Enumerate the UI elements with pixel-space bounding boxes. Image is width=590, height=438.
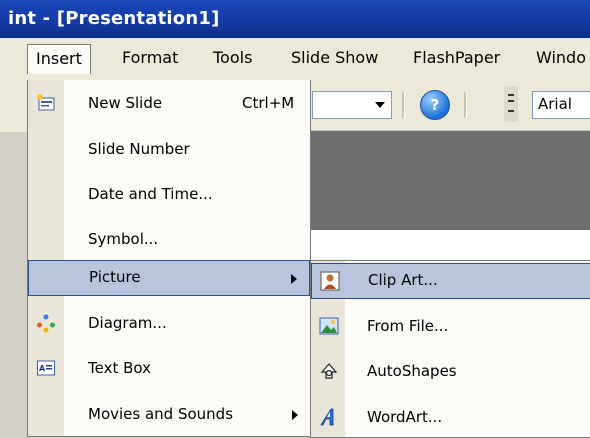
menu-item-label: AutoShapes xyxy=(367,362,457,380)
menu-item-label: New Slide xyxy=(88,94,163,112)
new-slide-icon xyxy=(37,94,55,111)
diagram-icon xyxy=(37,314,55,333)
svg-text:A: A xyxy=(39,364,46,373)
chevron-down-icon xyxy=(375,102,385,108)
menu-item-label: Picture xyxy=(89,268,141,286)
title-bar: int - [Presentation1] xyxy=(0,0,590,38)
slide-canvas[interactable] xyxy=(310,230,590,261)
menu-slide-show[interactable]: Slide Show xyxy=(291,48,378,67)
menu-flashpaper-label: FlashPaper xyxy=(413,48,501,67)
window-title: int - [Presentation1] xyxy=(8,8,220,29)
menu-format[interactable]: Format xyxy=(122,48,178,67)
menu-item-label: Clip Art... xyxy=(368,271,438,289)
menu-item-label: WordArt... xyxy=(367,408,443,426)
text-box-icon: A xyxy=(37,360,55,376)
menu-item-text-box[interactable]: A Text Box xyxy=(28,351,310,387)
autoshapes-icon xyxy=(320,363,338,379)
menu-item-label: Symbol... xyxy=(88,230,159,248)
menu-item-label: From File... xyxy=(367,317,449,335)
menu-item-clip-art[interactable]: Clip Art... xyxy=(311,263,590,299)
menu-item-diagram[interactable]: Diagram... xyxy=(28,306,310,342)
picture-submenu: Clip Art... From File... AutoShapes Word… xyxy=(310,260,590,438)
from-file-icon xyxy=(319,317,339,335)
menu-item-new-slide[interactable]: New Slide Ctrl+M xyxy=(28,86,310,122)
toolbar-options-icon[interactable] xyxy=(504,86,518,122)
menu-item-wordart[interactable]: WordArt... xyxy=(311,400,590,436)
clip-art-icon xyxy=(320,271,340,291)
insert-menu: New Slide Ctrl+M Slide Number Date and T… xyxy=(27,80,311,437)
menu-window-label: Windo xyxy=(536,48,586,67)
menu-tools-label: Tools xyxy=(213,48,253,67)
slide-workspace xyxy=(310,131,590,230)
menu-flashpaper[interactable]: FlashPaper xyxy=(413,48,500,67)
menu-item-label: Text Box xyxy=(88,359,151,377)
font-name-value: Arial xyxy=(538,95,572,113)
menu-insert-label: Insert xyxy=(36,49,82,68)
menu-insert[interactable]: Insert xyxy=(27,44,91,74)
menu-item-label: Date and Time... xyxy=(88,185,213,203)
menu-item-from-file[interactable]: From File... xyxy=(311,309,590,345)
menu-item-label: Movies and Sounds xyxy=(88,405,234,423)
menu-item-date-and-time[interactable]: Date and Time... xyxy=(28,177,310,213)
left-panel xyxy=(0,80,27,436)
menu-item-label: Slide Number xyxy=(88,140,190,158)
submenu-arrow-icon xyxy=(291,274,297,284)
submenu-arrow-icon xyxy=(292,410,298,420)
menu-item-autoshapes[interactable]: AutoShapes xyxy=(311,354,590,390)
menu-slide-show-label: Slide Show xyxy=(291,48,379,67)
toolbar-separator xyxy=(402,92,405,118)
shortcut-label: Ctrl+M xyxy=(242,94,295,112)
menu-item-movies-and-sounds[interactable]: Movies and Sounds xyxy=(28,397,310,433)
zoom-dropdown[interactable] xyxy=(312,91,392,119)
menu-tools[interactable]: Tools xyxy=(213,48,252,67)
menu-bar: Insert Format Tools Slide Show FlashPape… xyxy=(0,38,590,81)
menu-item-label: Diagram... xyxy=(88,314,167,332)
menu-item-slide-number[interactable]: Slide Number xyxy=(28,132,310,168)
menu-window[interactable]: Windo xyxy=(536,48,586,67)
outline-pane xyxy=(0,132,27,436)
menu-format-label: Format xyxy=(122,48,179,67)
toolbar-separator xyxy=(464,92,467,118)
wordart-icon xyxy=(320,408,334,426)
menu-item-picture[interactable]: Picture xyxy=(28,260,310,296)
menu-item-symbol[interactable]: Symbol... xyxy=(28,222,310,258)
help-label: ? xyxy=(430,96,440,114)
help-icon[interactable]: ? xyxy=(420,90,450,120)
font-name-field[interactable]: Arial xyxy=(532,91,590,119)
